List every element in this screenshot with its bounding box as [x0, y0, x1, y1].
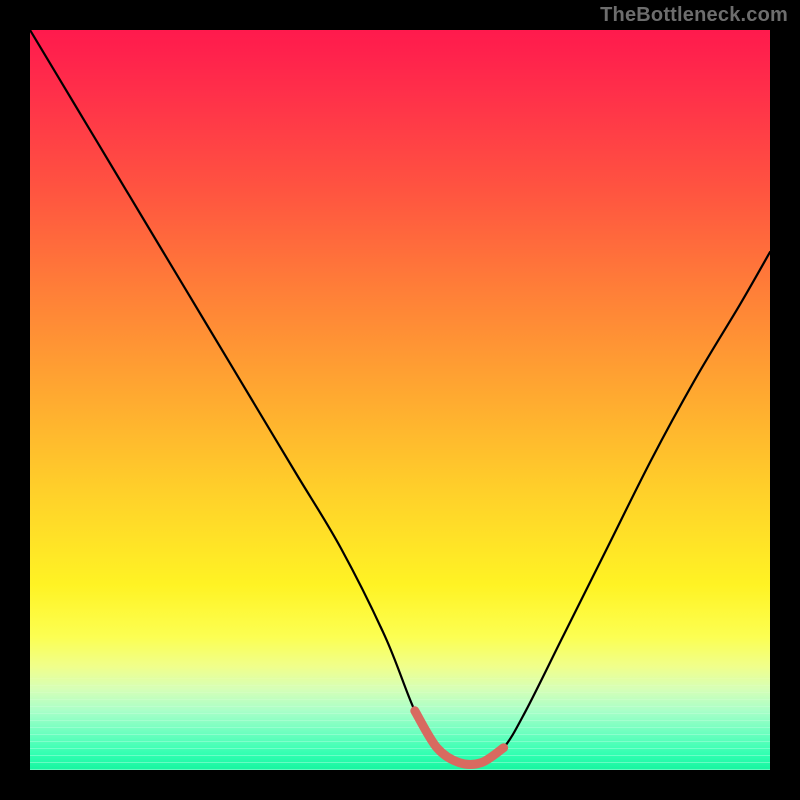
bottleneck-curve — [30, 30, 770, 764]
curve-layer — [30, 30, 770, 770]
optimal-range-marker — [415, 711, 504, 765]
chart-stage: TheBottleneck.com — [0, 0, 800, 800]
attribution-label: TheBottleneck.com — [600, 4, 788, 27]
plot-area — [30, 30, 770, 770]
